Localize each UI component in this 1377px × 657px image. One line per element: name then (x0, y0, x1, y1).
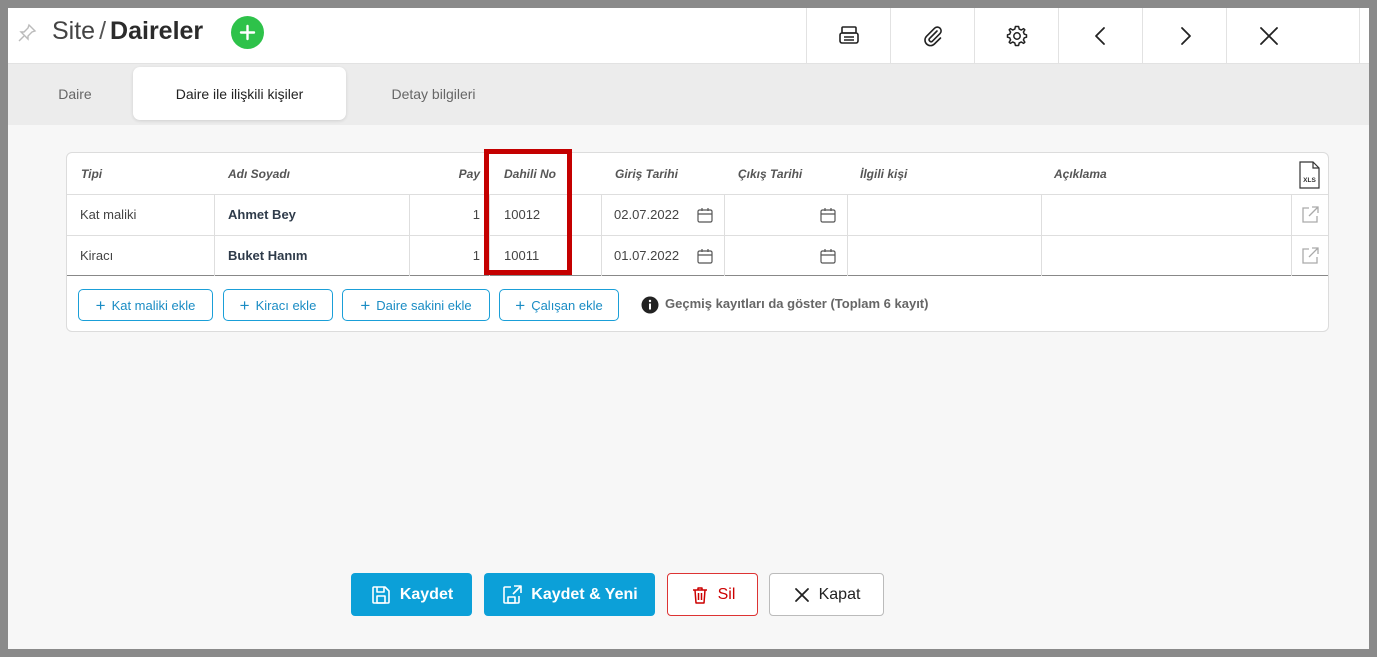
close-button[interactable]: Kapat (769, 573, 884, 616)
chevron-left-icon (1094, 27, 1105, 45)
add-kat-maliki-button[interactable]: + Kat maliki ekle (78, 289, 213, 321)
close-icon (1259, 27, 1278, 45)
table-row: Kiracı Buket Hanım 1 10011 01.07.2022 (67, 235, 1328, 276)
svg-text:XLS: XLS (1303, 177, 1316, 184)
save-label: Kaydet (399, 585, 454, 603)
add-new-button[interactable] (231, 16, 264, 49)
toolbar-spacer (1310, 8, 1360, 64)
cell-ilgili-kisi[interactable] (847, 195, 1041, 235)
cell-ilgili-kisi[interactable] (847, 236, 1041, 276)
toolbar (806, 8, 1360, 64)
plus-icon: + (95, 295, 106, 315)
column-header-giris-tarihi: Giriş Tarihi (615, 167, 678, 181)
xls-file-icon[interactable]: XLS (1298, 161, 1320, 189)
calendar-icon[interactable] (697, 248, 713, 264)
external-link-icon[interactable] (1300, 246, 1320, 266)
cell-aciklama[interactable] (1041, 236, 1291, 276)
next-button[interactable] (1142, 8, 1226, 64)
page-title: Site / Daireler (52, 16, 203, 46)
calendar-icon[interactable] (820, 207, 836, 223)
gear-icon (1006, 25, 1027, 47)
plus-icon: + (515, 295, 526, 315)
add-daire-sakini-button[interactable]: + Daire sakini ekle (342, 289, 490, 321)
plus-icon: + (239, 295, 250, 315)
cell-adi-soyadi[interactable]: Buket Hanım (214, 236, 409, 276)
cell-tipi: Kiracı (80, 248, 114, 263)
column-header-pay: Pay (458, 167, 480, 181)
breadcrumb-separator: / (99, 17, 107, 45)
button-label: Daire sakini ekle (376, 297, 472, 313)
info-icon (641, 296, 659, 314)
plus-icon: + (360, 295, 371, 315)
tab-daire[interactable]: Daire (22, 67, 128, 120)
print-button[interactable] (806, 8, 890, 64)
chevron-right-icon (1180, 27, 1191, 45)
save-new-icon (503, 584, 523, 604)
button-label: Çalışan ekle (531, 297, 603, 313)
pin-icon[interactable] (16, 22, 38, 44)
tab-detay-bilgileri[interactable]: Detay bilgileri (368, 67, 499, 120)
tab-bar: Daire Daire ile ilişkili kişiler Detay b… (8, 64, 1369, 125)
save-and-new-button[interactable]: Kaydet & Yeni (484, 573, 655, 616)
button-label: Kiracı ekle (255, 297, 317, 313)
header-bar: Site / Daireler (8, 8, 1369, 64)
save-and-new-label: Kaydet & Yeni (531, 585, 638, 603)
plus-icon (239, 24, 256, 41)
cell-pay[interactable]: 1 (409, 195, 489, 235)
calendar-icon[interactable] (820, 248, 836, 264)
cell-aciklama[interactable] (1041, 195, 1291, 235)
attachment-button[interactable] (890, 8, 974, 64)
settings-button[interactable] (974, 8, 1058, 64)
cell-tipi: Kat maliki (80, 207, 137, 222)
add-kiraci-button[interactable]: + Kiracı ekle (223, 289, 333, 321)
external-link-icon[interactable] (1300, 205, 1320, 225)
column-header-tipi: Tipi (81, 167, 103, 181)
breadcrumb-parent[interactable]: Site (52, 17, 95, 45)
breadcrumb-current: Daireler (110, 17, 204, 45)
print-icon (838, 26, 859, 44)
close-window-button[interactable] (1226, 8, 1310, 64)
delete-button[interactable]: Sil (667, 573, 758, 616)
close-label: Kapat (818, 585, 861, 603)
table-row: Kat maliki Ahmet Bey 1 10012 02.07.2022 (67, 194, 1328, 235)
trash-icon (692, 586, 707, 604)
calendar-icon[interactable] (697, 207, 713, 223)
add-calisan-button[interactable]: + Çalışan ekle (499, 289, 619, 321)
window: Site / Daireler Daire Daire ile ilişkili… (8, 8, 1369, 649)
show-history-toggle[interactable]: Geçmiş kayıtları da göster (Toplam 6 kay… (665, 296, 928, 311)
column-header-ilgili-kisi: İlgili kişi (860, 167, 908, 181)
delete-label: Sil (717, 585, 736, 603)
cell-adi-soyadi[interactable]: Ahmet Bey (214, 195, 409, 235)
save-button[interactable]: Kaydet (351, 573, 472, 616)
column-header-cikis-tarihi: Çıkış Tarihi (738, 167, 803, 181)
close-icon (794, 587, 809, 602)
column-header-aciklama: Açıklama (1054, 167, 1107, 181)
cell-pay[interactable]: 1 (409, 236, 489, 276)
paperclip-icon (923, 26, 942, 47)
column-header-adi-soyadi: Adı Soyadı (228, 167, 291, 181)
tab-daire-kisiler[interactable]: Daire ile ilişkili kişiler (133, 67, 346, 120)
highlight-box (484, 149, 572, 275)
button-label: Kat maliki ekle (111, 297, 196, 313)
previous-button[interactable] (1058, 8, 1142, 64)
save-icon (372, 585, 390, 604)
